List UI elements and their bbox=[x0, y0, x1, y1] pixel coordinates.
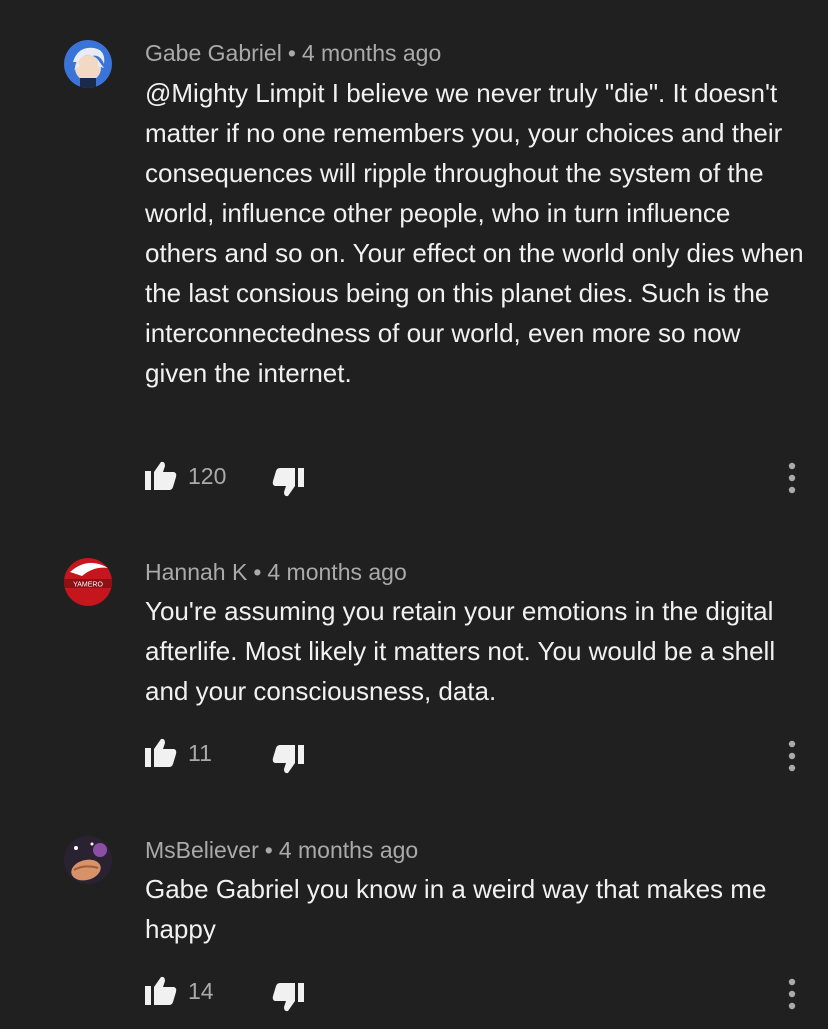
avatar[interactable] bbox=[64, 40, 112, 88]
avatar[interactable] bbox=[64, 836, 112, 884]
comment-text: @Mighty Limpit I believe we never truly … bbox=[145, 78, 804, 388]
timestamp[interactable]: 4 months ago bbox=[302, 40, 441, 66]
thumbs-up-icon[interactable] bbox=[145, 737, 177, 769]
more-vert-icon[interactable] bbox=[778, 740, 806, 772]
timestamp[interactable]: 4 months ago bbox=[267, 559, 406, 585]
avatar-text: YAMERO bbox=[73, 582, 103, 589]
comment-text: You're assuming you retain your emotions… bbox=[145, 596, 776, 706]
timestamp[interactable]: 4 months ago bbox=[279, 837, 418, 863]
avatar[interactable]: YAMERO bbox=[64, 558, 112, 606]
thumbs-down-icon[interactable] bbox=[272, 466, 304, 498]
separator-dot: • bbox=[287, 40, 296, 66]
thumbs-up-icon[interactable] bbox=[145, 460, 177, 492]
more-vert-icon[interactable] bbox=[778, 978, 806, 1010]
thumbs-down-icon[interactable] bbox=[272, 981, 304, 1013]
like-count: 120 bbox=[188, 463, 227, 489]
author-name[interactable]: Hannah K bbox=[145, 559, 247, 585]
comment-meta: Hannah K • 4 months ago bbox=[145, 557, 407, 587]
comment-text: Gabe Gabriel you know in a weird way tha… bbox=[145, 874, 767, 944]
comment-meta: MsBeliever • 4 months ago bbox=[145, 835, 418, 865]
separator-dot: • bbox=[264, 837, 273, 863]
separator-dot: • bbox=[253, 559, 262, 585]
comment-meta: Gabe Gabriel • 4 months ago bbox=[145, 38, 441, 68]
more-vert-icon[interactable] bbox=[778, 462, 806, 494]
thumbs-up-icon[interactable] bbox=[145, 975, 177, 1007]
author-name[interactable]: Gabe Gabriel bbox=[145, 40, 282, 66]
author-name[interactable]: MsBeliever bbox=[145, 837, 259, 863]
like-count: 11 bbox=[188, 740, 212, 766]
like-count: 14 bbox=[188, 978, 214, 1004]
thumbs-down-icon[interactable] bbox=[272, 743, 304, 775]
